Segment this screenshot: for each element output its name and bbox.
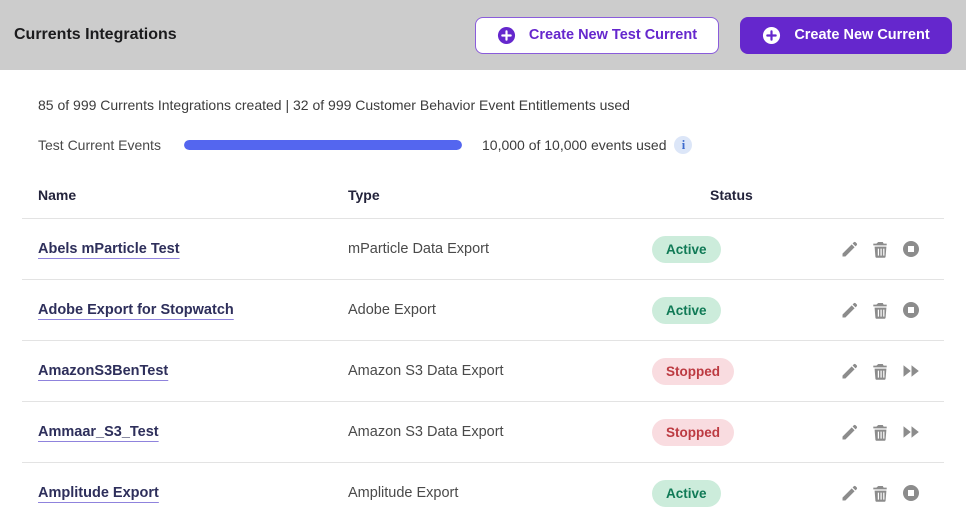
integration-name-link[interactable]: Abels mParticle Test xyxy=(38,241,180,257)
delete-icon[interactable] xyxy=(871,484,889,502)
plus-circle-icon xyxy=(497,26,516,45)
integration-type: Adobe Export xyxy=(348,302,652,318)
integrations-table: Name Type Status Abels mParticle Test mPa… xyxy=(22,187,944,523)
resume-icon[interactable] xyxy=(902,362,920,380)
row-actions xyxy=(840,240,954,258)
integration-type: Amazon S3 Data Export xyxy=(348,363,652,379)
row-actions xyxy=(840,484,954,502)
integration-type: mParticle Data Export xyxy=(348,241,652,257)
events-progress-bar xyxy=(184,140,462,150)
integration-type: Amplitude Export xyxy=(348,485,652,501)
table-row: Amplitude ExportAmplitude ExportActive xyxy=(22,462,944,523)
info-icon[interactable]: i xyxy=(674,136,692,154)
main-content: 85 of 999 Currents Integrations created … xyxy=(0,70,966,523)
test-current-events-label: Test Current Events xyxy=(38,137,184,153)
create-new-current-button[interactable]: Create New Current xyxy=(740,17,952,54)
stop-icon[interactable] xyxy=(902,240,920,258)
test-current-events-row: Test Current Events 10,000 of 10,000 eve… xyxy=(22,136,944,154)
table-header-row: Name Type Status xyxy=(22,187,944,218)
integration-name-link[interactable]: Amplitude Export xyxy=(38,485,159,501)
column-header-status: Status xyxy=(652,187,840,203)
integration-name-link[interactable]: Ammaar_S3_Test xyxy=(38,424,159,440)
edit-icon[interactable] xyxy=(840,423,858,441)
plus-circle-icon xyxy=(762,26,781,45)
table-row: AmazonS3BenTest Amazon S3 Data ExportStop… xyxy=(22,340,944,401)
usage-summary: 85 of 999 Currents Integrations created … xyxy=(22,97,944,113)
edit-icon[interactable] xyxy=(840,240,858,258)
events-usage-text: 10,000 of 10,000 events used xyxy=(482,137,666,153)
stop-icon[interactable] xyxy=(902,301,920,319)
events-progress-fill xyxy=(184,140,462,150)
delete-icon[interactable] xyxy=(871,301,889,319)
integration-type: Amazon S3 Data Export xyxy=(348,424,652,440)
table-row: Adobe Export for Stopwatch Adobe ExportAc… xyxy=(22,279,944,340)
page-title: Currents Integrations xyxy=(14,26,177,44)
header-actions: Create New Test Current Create New Curre… xyxy=(475,17,952,54)
create-new-test-current-button[interactable]: Create New Test Current xyxy=(475,17,719,54)
delete-icon[interactable] xyxy=(871,240,889,258)
status-badge: Stopped xyxy=(652,358,734,385)
status-badge: Stopped xyxy=(652,419,734,446)
edit-icon[interactable] xyxy=(840,301,858,319)
create-new-current-label: Create New Current xyxy=(794,27,929,43)
stop-icon[interactable] xyxy=(902,484,920,502)
status-badge: Active xyxy=(652,480,721,507)
table-row: Abels mParticle Test mParticle Data Expor… xyxy=(22,218,944,279)
status-badge: Active xyxy=(652,236,721,263)
row-actions xyxy=(840,423,954,441)
integration-name-link[interactable]: Adobe Export for Stopwatch xyxy=(38,302,234,318)
delete-icon[interactable] xyxy=(871,362,889,380)
status-badge: Active xyxy=(652,297,721,324)
table-row: Ammaar_S3_Test Amazon S3 Data ExportStopp… xyxy=(22,401,944,462)
page-header: Currents Integrations Create New Test Cu… xyxy=(0,0,966,70)
row-actions xyxy=(840,362,954,380)
delete-icon[interactable] xyxy=(871,423,889,441)
resume-icon[interactable] xyxy=(902,423,920,441)
column-header-name: Name xyxy=(38,187,348,203)
edit-icon[interactable] xyxy=(840,484,858,502)
integration-name-link[interactable]: AmazonS3BenTest xyxy=(38,363,168,379)
table-body: Abels mParticle Test mParticle Data Expor… xyxy=(22,218,944,523)
edit-icon[interactable] xyxy=(840,362,858,380)
column-header-type: Type xyxy=(348,187,652,203)
row-actions xyxy=(840,301,954,319)
create-new-test-current-label: Create New Test Current xyxy=(529,27,697,43)
